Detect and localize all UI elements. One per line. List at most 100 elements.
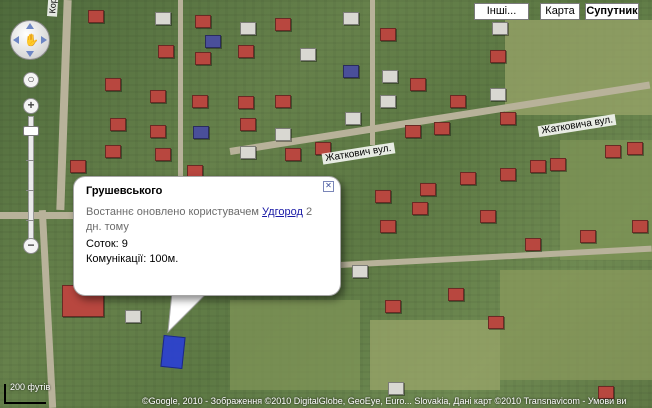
map-type-control: Інші... Карта Супутник [474,3,639,20]
building [490,50,506,63]
building [343,65,359,78]
building [125,310,141,323]
building [195,52,211,65]
building [240,118,256,131]
road [0,212,80,219]
building [150,125,166,138]
pan-control[interactable]: ✋ [10,20,50,60]
road [178,0,183,178]
field-patch [370,320,500,390]
info-window-title: Грушевського [86,185,163,197]
building [488,316,504,329]
zoom-out-button[interactable]: − [23,238,39,254]
zoom-in-button[interactable]: + [23,98,39,114]
building [525,238,541,251]
building [380,220,396,233]
building [492,22,508,35]
building [500,168,516,181]
satellite-button[interactable]: Супутник [585,3,639,20]
building [380,28,396,41]
zoom-tick [26,220,34,221]
building [275,128,291,141]
building [382,70,398,83]
building [155,12,171,25]
building [105,78,121,91]
zoom-tick [26,160,34,161]
building [70,160,86,173]
building [352,265,368,278]
road [370,0,375,145]
building [490,88,506,101]
building [300,48,316,61]
building [345,112,361,125]
zoom-tick [26,190,34,191]
building [380,95,396,108]
building [275,95,291,108]
building [205,35,221,48]
attribution: ©Google, 2010 - Зображення ©2010 Digital… [142,396,627,406]
road [38,209,57,408]
building [480,210,496,223]
street-label-zhatkovych-2: Жатковича вул. [537,113,617,138]
info-window-tail [167,291,210,334]
info-window-area: Соток: 9 [86,238,128,250]
map-button[interactable]: Карта [540,3,580,20]
building [192,95,208,108]
building [627,142,643,155]
other-maps-button[interactable]: Інші... [474,3,529,20]
building [434,122,450,135]
parcel-polygon[interactable] [160,334,186,370]
pan-left-icon[interactable] [13,36,19,44]
building [420,183,436,196]
street-label-korytna: Коритна [47,0,60,17]
building [240,22,256,35]
building [195,15,211,28]
building [238,96,254,109]
building [460,172,476,185]
scale-label: 200 футів [10,382,51,392]
pan-right-icon[interactable] [41,36,47,44]
building [450,95,466,108]
building [410,78,426,91]
info-window-utilities: Комунікації: 100м. [86,253,179,265]
building [105,145,121,158]
info-window-updated: Востаннє оновлено користувачем Удгород 2… [86,205,330,235]
building [275,18,291,31]
field-patch [500,270,652,380]
field-patch [230,300,360,390]
user-link[interactable]: Удгород [262,206,303,218]
updated-prefix: Востаннє оновлено користувачем [86,206,259,218]
building [412,202,428,215]
building [343,12,359,25]
hand-icon: ✋ [24,33,39,47]
building [388,382,404,395]
building [605,145,621,158]
building [150,90,166,103]
building [448,288,464,301]
pan-up-icon[interactable] [26,23,34,29]
building [155,148,171,161]
zoom-slider-knob[interactable] [23,126,39,136]
building [405,125,421,138]
building [88,10,104,23]
street-label-zhatkovych-1: Жаткович вул. [321,142,396,165]
building [285,148,301,161]
building [385,300,401,313]
building [110,118,126,131]
building [375,190,391,203]
building [632,220,648,233]
road [56,0,72,211]
reset-view-button[interactable]: ○ [23,72,39,88]
building [530,160,546,173]
pan-down-icon[interactable] [26,51,34,57]
building [240,146,256,159]
building [238,45,254,58]
field-patch [560,140,652,260]
info-window: ✕ Грушевського Востаннє оновлено користу… [73,176,341,296]
scale-bar: 200 футів [4,382,50,404]
building [158,45,174,58]
building [500,112,516,125]
close-icon[interactable]: ✕ [323,181,334,192]
building [193,126,209,139]
building [550,158,566,171]
